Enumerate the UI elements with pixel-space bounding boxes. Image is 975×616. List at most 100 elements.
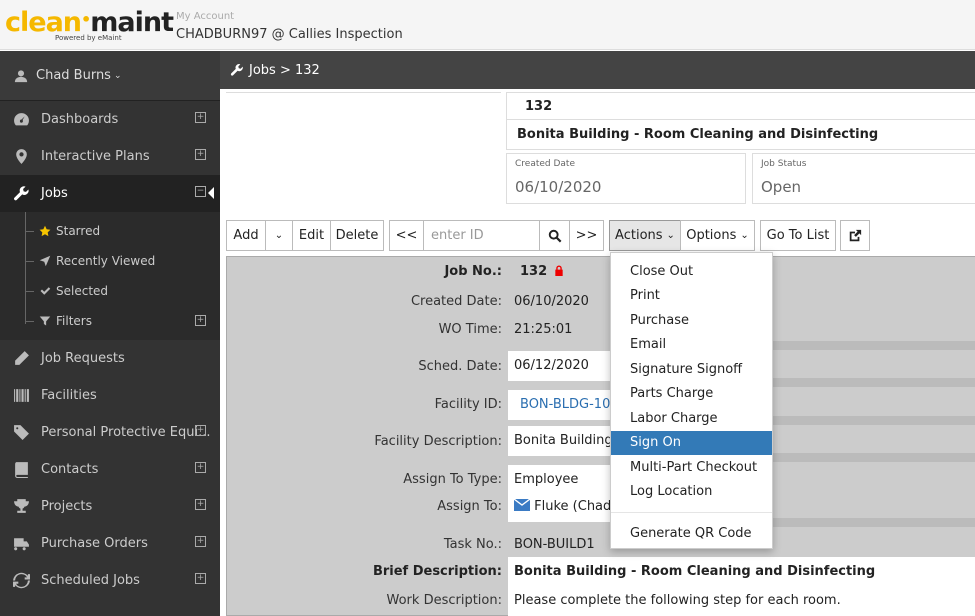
work-description-label: Work Description: — [386, 593, 502, 608]
sched-date-value[interactable]: 06/12/2020 — [508, 351, 610, 381]
logo[interactable]: clean•maint — [5, 6, 174, 37]
facility-id-label: Facility ID: — [434, 397, 502, 412]
user-menu[interactable]: Chad Burns ⌄ — [0, 51, 220, 101]
sidebar-item-job-requests[interactable]: Job Requests — [0, 340, 220, 377]
sidebar-subitem-recently-viewed[interactable]: Recently Viewed — [0, 246, 220, 276]
delete-button[interactable]: Delete — [330, 220, 384, 251]
wo-time-label: WO Time: — [438, 322, 502, 337]
user-name: Chad Burns — [36, 68, 111, 83]
menu-item-close-out[interactable]: Close Out — [611, 259, 772, 284]
expand-icon[interactable]: + — [195, 573, 206, 584]
lock-icon — [555, 265, 563, 276]
assign-to-type-label: Assign To Type: — [403, 472, 502, 487]
sidebar-item-facilities[interactable]: Facilities — [0, 377, 220, 414]
sidebar-item-dashboards[interactable]: Dashboards + — [0, 101, 220, 138]
sidebar-subitem-starred[interactable]: Starred — [0, 216, 220, 246]
dashboard-icon — [12, 111, 30, 129]
sidebar-item-ppe[interactable]: Personal Protective Equi... + — [0, 414, 220, 451]
barcode-icon — [12, 387, 30, 405]
filter-icon — [38, 314, 52, 328]
menu-divider — [611, 512, 772, 513]
wrench-icon — [12, 185, 30, 203]
expand-icon[interactable]: + — [195, 499, 206, 510]
menu-item-sign-on[interactable]: Sign On — [611, 430, 772, 455]
sidebar-subitem-selected[interactable]: Selected — [0, 276, 220, 306]
sidebar-item-projects[interactable]: Projects + — [0, 488, 220, 525]
sidebar-item-scheduled-jobs[interactable]: Scheduled Jobs + — [0, 562, 220, 599]
menu-item-labor-charge[interactable]: Labor Charge — [611, 406, 772, 431]
assign-to-label: Assign To: — [437, 499, 502, 514]
assign-to-type-value[interactable]: Employee — [508, 465, 610, 495]
breadcrumb: Jobs > 132 — [220, 51, 975, 89]
task-no-label: Task No.: — [443, 537, 502, 552]
brief-description-value[interactable]: Bonita Building - Room Cleaning and Disi… — [508, 557, 975, 587]
sidebar-item-interactive-plans[interactable]: Interactive Plans + — [0, 138, 220, 175]
expand-icon[interactable]: + — [195, 536, 206, 547]
wrench-icon — [230, 64, 243, 76]
menu-item-generate-qr-code[interactable]: Generate QR Code — [611, 521, 772, 546]
sidebar-item-jobs[interactable]: Jobs − — [0, 175, 220, 212]
top-header: clean•maint Powered by eMaint My Account… — [0, 0, 975, 50]
go-to-list-button[interactable]: Go To List — [760, 220, 836, 251]
facility-id-link[interactable]: BON-BLDG-100 — [508, 390, 610, 420]
menu-item-purchase[interactable]: Purchase — [611, 308, 772, 333]
facility-description-label: Facility Description: — [374, 434, 502, 449]
edit-button[interactable]: Edit — [292, 220, 331, 251]
options-button[interactable]: Options ⌄ — [680, 220, 755, 251]
task-no-value: BON-BUILD1 — [508, 530, 610, 560]
sidebar-item-purchase-orders[interactable]: Purchase Orders + — [0, 525, 220, 562]
menu-item-log-location[interactable]: Log Location — [611, 480, 772, 505]
account-label: My Account — [176, 11, 235, 22]
brief-description-label: Brief Description: — [372, 564, 502, 579]
actions-button[interactable]: Actions ⌄ — [609, 220, 681, 251]
prev-record-button[interactable]: << — [389, 220, 424, 251]
expand-icon[interactable]: + — [195, 462, 206, 473]
created-date-value: 06/10/2020 — [508, 287, 610, 317]
search-button[interactable] — [539, 220, 570, 251]
created-date-label: Created Date: — [410, 294, 502, 309]
job-description-header: Bonita Building - Room Cleaning and Disi… — [506, 120, 975, 150]
expand-icon[interactable]: + — [195, 425, 206, 436]
menu-item-print[interactable]: Print — [611, 284, 772, 309]
refresh-icon — [12, 572, 30, 590]
expand-icon[interactable]: + — [195, 315, 206, 326]
actions-menu: Close Out Print Purchase Email Signature… — [610, 252, 773, 549]
map-marker-icon — [12, 148, 30, 166]
job-status-field: Job Status Open — [752, 153, 975, 204]
expand-icon[interactable]: + — [195, 149, 206, 160]
work-description-value[interactable]: Please complete the following step for e… — [508, 586, 975, 616]
menu-item-multi-part-checkout[interactable]: Multi-Part Checkout — [611, 455, 772, 480]
sidebar-item-contacts[interactable]: Contacts + — [0, 451, 220, 488]
chevron-down-icon: ⌄ — [113, 70, 122, 81]
sched-date-label: Sched. Date: — [418, 359, 502, 374]
image-placeholder — [226, 92, 501, 94]
jobs-submenu: Starred Recently Viewed Selected Filters… — [0, 212, 220, 340]
account-name[interactable]: CHADBURN97 @ Callies Inspection — [176, 27, 403, 42]
add-dropdown-button[interactable]: ⌄ — [265, 220, 293, 251]
menu-item-email[interactable]: Email — [611, 333, 772, 358]
created-date-field: Created Date 06/10/2020 — [506, 153, 746, 204]
job-no-value: 132 — [508, 257, 610, 287]
tag-icon — [12, 424, 30, 442]
menu-item-parts-charge[interactable]: Parts Charge — [611, 382, 772, 407]
wo-time-value: 21:25:01 — [508, 315, 610, 345]
menu-item-signature-signoff[interactable]: Signature Signoff — [611, 357, 772, 382]
breadcrumb-text[interactable]: Jobs > 132 — [249, 63, 320, 78]
assign-to-value[interactable]: Fluke (Chad B — [508, 492, 610, 522]
sidebar: Chad Burns ⌄ Dashboards + Interactive Pla… — [0, 51, 220, 616]
facility-description-value: Bonita Building 1 — [508, 426, 610, 456]
next-record-button[interactable]: >> — [569, 220, 604, 251]
truck-icon — [12, 535, 30, 553]
expand-icon[interactable]: + — [195, 112, 206, 123]
pencil-icon — [12, 350, 30, 368]
share-icon — [849, 229, 862, 241]
user-icon — [14, 69, 28, 82]
logo-subtitle: Powered by eMaint — [55, 34, 122, 42]
job-no-label: Job No.: — [444, 264, 502, 279]
caret-left-icon — [208, 187, 214, 199]
sidebar-subitem-filters[interactable]: Filters + — [0, 306, 220, 336]
share-button[interactable] — [840, 220, 870, 251]
add-button[interactable]: Add — [226, 220, 266, 251]
collapse-icon[interactable]: − — [195, 186, 206, 197]
record-id-input[interactable]: enter ID — [423, 220, 540, 251]
